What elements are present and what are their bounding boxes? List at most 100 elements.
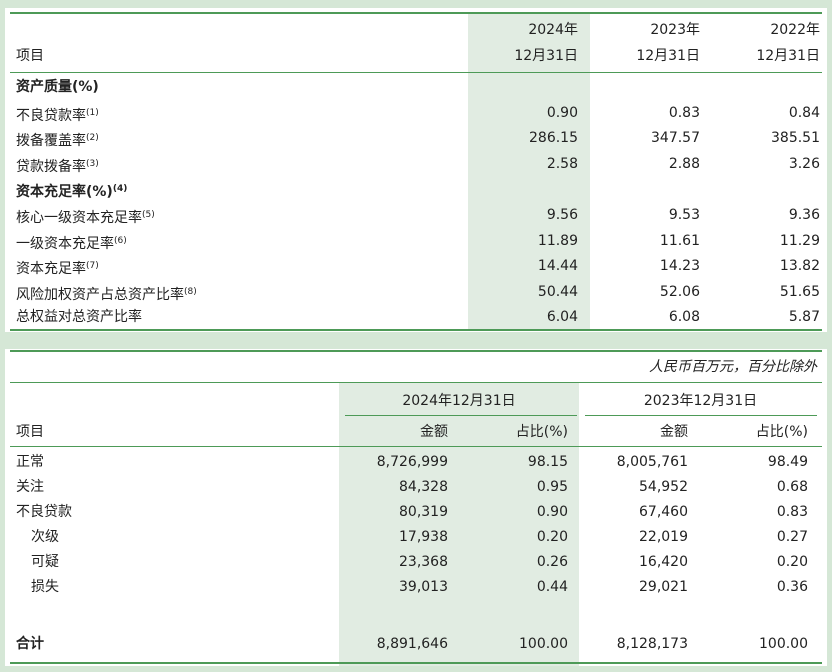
table-bottom-rule [10, 329, 822, 331]
footnote-marker: (7) [86, 261, 99, 272]
row-label: 可疑 [31, 554, 59, 570]
footnote-marker: (3) [86, 158, 99, 169]
table-cell: 0.20 [536, 529, 568, 545]
table-cell: 14.23 [659, 258, 700, 275]
table-cell: 347.57 [651, 130, 700, 147]
table-cell: 17,938 [399, 529, 448, 545]
total-cell: 100.00 [759, 636, 808, 652]
col-header-year: 2022年 [770, 22, 820, 38]
table-cell: 39,013 [399, 579, 448, 595]
table-cell: 52.06 [659, 283, 700, 300]
total-cell: 100.00 [519, 636, 568, 652]
row-label-text: 贷款拨备率 [16, 158, 86, 175]
table-cell: 2.88 [668, 155, 700, 172]
group-header-2023: 2023年12月31日 [643, 393, 758, 409]
table-cell: 8,726,999 [376, 454, 448, 470]
table-cell: 16,420 [639, 554, 688, 570]
table-cell: 50.44 [537, 283, 578, 300]
table-top-rule [10, 350, 822, 352]
table-cell: 9.56 [546, 207, 578, 223]
col-header-year: 2024年 [528, 22, 578, 38]
footnote-marker: (6) [114, 235, 127, 246]
table-cell: 0.36 [776, 579, 808, 595]
footnote-marker: (2) [86, 133, 99, 144]
footnote-marker: (8) [184, 286, 197, 297]
table-cell: 0.27 [776, 529, 808, 545]
table-cell: 0.95 [536, 479, 568, 495]
table-cell: 13.82 [779, 258, 820, 275]
table-cell: 0.44 [536, 579, 568, 595]
header-rule [10, 72, 822, 73]
total-label: 合计 [16, 636, 44, 652]
group-underline [345, 415, 577, 416]
row-label: 不良贷款 [16, 504, 72, 520]
table-cell: 0.83 [668, 104, 700, 121]
footnote-marker: (4) [112, 184, 128, 195]
table-cell: 2.58 [546, 155, 578, 172]
table-cell: 385.51 [771, 130, 820, 147]
table-cell: 54,952 [639, 479, 688, 495]
row-label: 资本充足率(7) [16, 257, 99, 278]
row-label-text: 总权益对总资产比率 [16, 309, 142, 326]
row-label-text: 资产质量(%) [16, 79, 99, 95]
table-cell: 80,319 [399, 504, 448, 520]
loan-classification-table: 人民币百万元，百分比除外 2024年12月31日 2023年12月31日 项目 … [5, 349, 827, 666]
row-label: 资产质量(%) [16, 78, 99, 96]
total-cell: 8,891,646 [376, 636, 448, 652]
table-cell: 84,328 [399, 479, 448, 495]
table-cell: 9.53 [668, 207, 700, 223]
table-top-rule [10, 12, 822, 14]
row-label-text: 一级资本充足率 [16, 235, 114, 252]
table-cell: 0.83 [776, 504, 808, 520]
table-cell: 22,019 [639, 529, 688, 545]
table-cell: 98.15 [527, 454, 568, 470]
table-cell: 0.84 [788, 104, 820, 121]
item-column-header: 项目 [16, 48, 44, 64]
row-label: 正常 [16, 454, 44, 470]
table-cell: 29,021 [639, 579, 688, 595]
group-header-2024: 2024年12月31日 [402, 393, 516, 409]
row-label: 关注 [16, 479, 44, 495]
col-header-share: 占比(%) [755, 424, 808, 440]
table-cell: 11.29 [779, 232, 820, 249]
row-label: 次级 [31, 529, 59, 545]
table-cell: 0.20 [776, 554, 808, 570]
row-label: 拨备覆盖率(2) [16, 129, 99, 150]
item-column-header: 项目 [16, 424, 44, 440]
col-header-date: 12月31日 [756, 48, 820, 64]
col-header-date: 12月31日 [514, 48, 578, 64]
unit-note: 人民币百万元，百分比除外 [649, 359, 817, 375]
row-label-text: 风险加权资产占总资产比率 [16, 286, 184, 303]
row-label: 损失 [31, 579, 59, 595]
row-label-text: 不良贷款率 [16, 107, 86, 124]
table-cell: 98.49 [767, 454, 808, 470]
total-cell: 8,128,173 [616, 636, 688, 652]
table-cell: 11.89 [537, 232, 578, 249]
table-cell: 0.90 [546, 104, 578, 121]
row-label: 贷款拨备率(3) [16, 155, 99, 176]
group-underline [585, 415, 817, 416]
row-label-text: 资本充足率(%) [16, 184, 113, 201]
col-header-year: 2023年 [650, 22, 700, 38]
table-cell: 51.65 [779, 283, 820, 300]
footnote-marker: (5) [142, 210, 155, 220]
row-label: 核心一级资本充足率(5) [16, 206, 155, 227]
table-cell: 6.04 [546, 309, 578, 326]
table-cell: 6.08 [668, 309, 700, 326]
table-cell: 67,460 [639, 504, 688, 520]
table-bottom-rule [10, 662, 822, 664]
col-header-share: 占比(%) [515, 424, 568, 440]
table-cell: 8,005,761 [616, 454, 688, 470]
row-label-text: 核心一级资本充足率 [16, 210, 142, 226]
table-cell: 14.44 [537, 258, 578, 275]
header-rule [10, 446, 822, 447]
table-cell: 11.61 [659, 232, 700, 249]
row-label-text: 拨备覆盖率 [16, 133, 86, 150]
table-cell: 0.68 [776, 479, 808, 495]
table-cell: 3.26 [788, 155, 820, 172]
footnote-marker: (1) [86, 107, 99, 118]
row-label-text: 资本充足率 [16, 261, 86, 278]
row-label: 资本充足率(%)(4) [16, 180, 127, 201]
table-cell: 0.26 [536, 554, 568, 570]
table-cell: 0.90 [536, 504, 568, 520]
